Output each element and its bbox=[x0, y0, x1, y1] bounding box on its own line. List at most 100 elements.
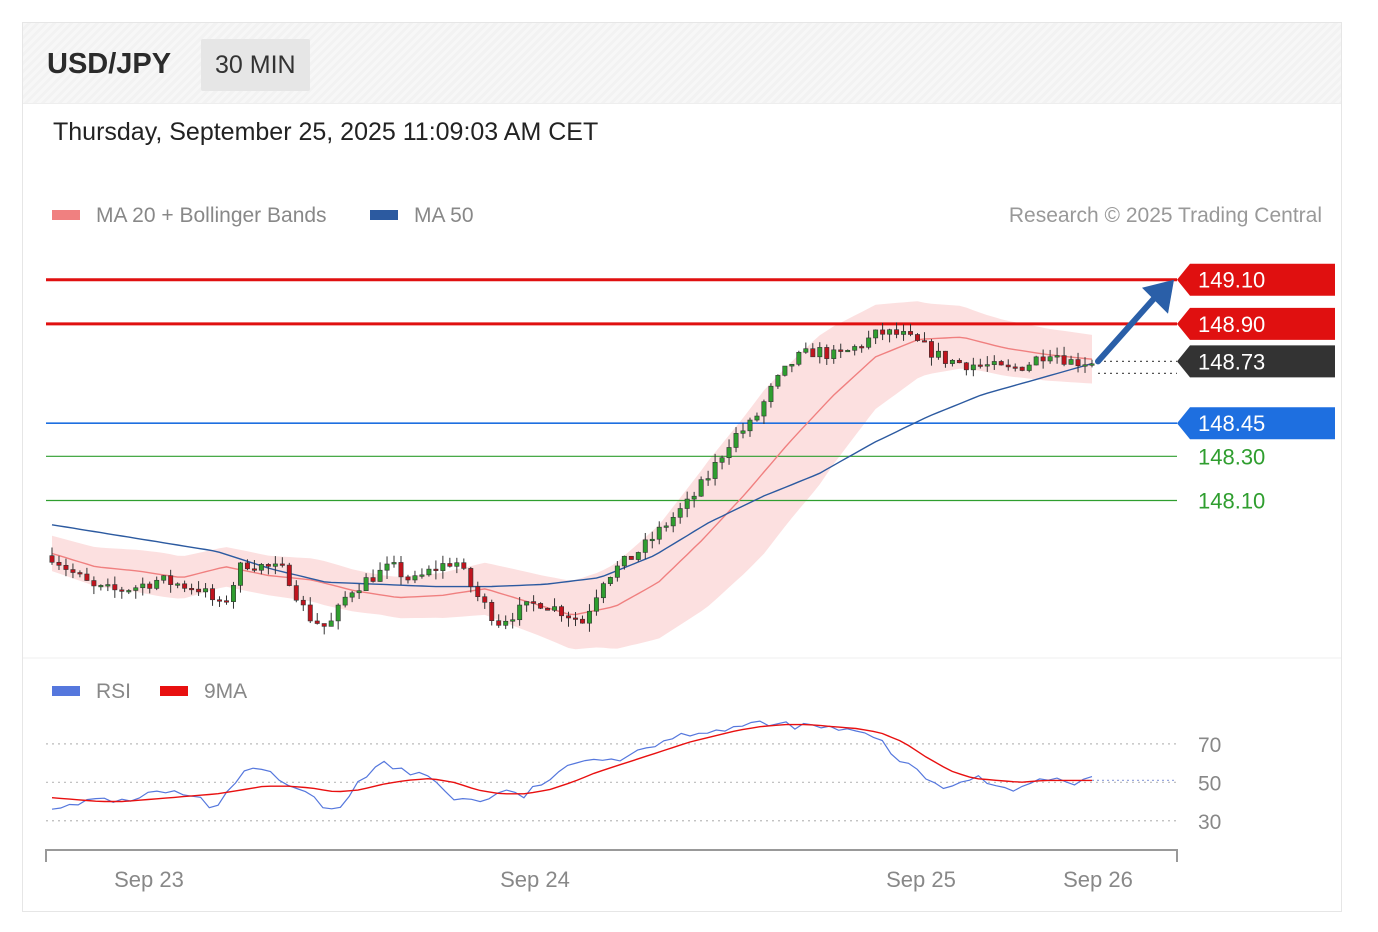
candle-body bbox=[524, 601, 530, 606]
candle-body bbox=[307, 604, 313, 622]
candle-body bbox=[503, 620, 509, 626]
candle-body bbox=[63, 565, 69, 570]
candle-body bbox=[293, 585, 299, 601]
level-label-current: 148.73 bbox=[1198, 349, 1265, 374]
rsi-legend-swatch bbox=[52, 686, 80, 696]
candlestick bbox=[231, 581, 236, 609]
x-tick-label: Sep 26 bbox=[1063, 867, 1133, 892]
ma9-legend-label: 9MA bbox=[204, 680, 247, 703]
rsi-line bbox=[51, 720, 1093, 810]
candle-body bbox=[1089, 363, 1095, 366]
candle-body bbox=[440, 563, 446, 571]
candle-body bbox=[454, 562, 460, 567]
candle-body bbox=[733, 433, 739, 448]
candle-body bbox=[663, 525, 669, 528]
candlestick bbox=[328, 612, 334, 627]
candle-body bbox=[217, 599, 222, 602]
candle-body bbox=[963, 362, 969, 371]
candle-body bbox=[161, 575, 167, 581]
candle-body bbox=[894, 329, 900, 335]
candle-body bbox=[231, 585, 236, 602]
candle-body bbox=[335, 604, 341, 622]
candle-body bbox=[1019, 366, 1025, 371]
candle-body bbox=[133, 587, 139, 591]
candlestick bbox=[782, 365, 788, 377]
rsi-level-label: 50 bbox=[1198, 772, 1221, 795]
candle-body bbox=[112, 584, 118, 591]
x-axis-line bbox=[45, 849, 1178, 862]
candle-body bbox=[580, 618, 585, 624]
candle-body bbox=[649, 538, 655, 542]
candle-body bbox=[1068, 359, 1074, 365]
candlestick bbox=[391, 555, 397, 568]
candlestick bbox=[217, 596, 222, 607]
candle-body bbox=[49, 555, 55, 563]
candle-body bbox=[545, 608, 551, 611]
rsi-level-label: 30 bbox=[1198, 811, 1221, 834]
candle-body bbox=[224, 600, 229, 603]
candle-body bbox=[621, 555, 627, 567]
candle-body bbox=[98, 585, 104, 588]
candle-body bbox=[496, 620, 502, 626]
candle-body bbox=[977, 364, 983, 367]
candle-body bbox=[593, 597, 599, 612]
candle-body bbox=[482, 596, 488, 603]
candle-body bbox=[552, 606, 558, 611]
candle-body bbox=[887, 329, 893, 335]
candle-body bbox=[635, 552, 641, 560]
candle-body bbox=[845, 349, 851, 353]
candle-body bbox=[670, 516, 676, 527]
candlestick bbox=[698, 476, 704, 497]
candle-body bbox=[182, 583, 188, 589]
candle-body bbox=[105, 584, 111, 587]
candlestick bbox=[335, 603, 341, 630]
x-axis: Sep 23 Sep 24 Sep 25 Sep 26 bbox=[45, 849, 1178, 892]
candlestick bbox=[796, 350, 802, 367]
candle-body bbox=[175, 583, 181, 586]
price-chart: MA 20 + Bollinger Bands MA 50 Research ©… bbox=[23, 204, 1341, 892]
candle-body bbox=[321, 623, 327, 627]
candle-body bbox=[251, 568, 257, 571]
candle-body bbox=[1054, 355, 1060, 358]
candle-body bbox=[126, 590, 132, 593]
candle-body bbox=[405, 576, 411, 581]
candlestick bbox=[447, 557, 453, 568]
candle-body bbox=[77, 572, 83, 575]
candle-body bbox=[740, 430, 746, 434]
candle-body bbox=[726, 447, 732, 459]
candlestick bbox=[377, 562, 383, 582]
candlestick bbox=[98, 584, 104, 591]
candlestick bbox=[461, 558, 467, 571]
candlestick bbox=[321, 623, 327, 635]
candle-body bbox=[838, 349, 844, 352]
candle-body bbox=[1026, 364, 1032, 371]
candle-body bbox=[942, 350, 948, 364]
candle-body bbox=[600, 583, 606, 599]
candle-body bbox=[691, 495, 697, 500]
candle-body bbox=[1075, 359, 1081, 367]
candle-body bbox=[719, 457, 725, 463]
candle-body bbox=[586, 610, 592, 624]
candle-body bbox=[810, 348, 816, 358]
ma9-line bbox=[51, 723, 1092, 803]
candle-body bbox=[154, 579, 160, 589]
candle-body bbox=[363, 577, 369, 591]
candlestick bbox=[628, 555, 634, 560]
candle-body bbox=[91, 580, 97, 587]
candle-body bbox=[573, 617, 578, 620]
candle-body bbox=[237, 562, 243, 586]
candle-body bbox=[768, 385, 774, 402]
candle-body bbox=[265, 564, 271, 567]
candle-body bbox=[203, 588, 209, 593]
candle-body bbox=[510, 619, 516, 622]
candle-body bbox=[412, 575, 418, 581]
candle-body bbox=[761, 401, 767, 417]
candle-body bbox=[803, 348, 809, 353]
candle-body bbox=[935, 350, 941, 358]
candle-body bbox=[328, 620, 334, 627]
candle-body bbox=[559, 606, 564, 617]
candle-body bbox=[314, 620, 320, 624]
candle-body bbox=[915, 334, 920, 341]
level-labels: 149.10 148.90 148.73 148.45 148.30 148.10 bbox=[1177, 263, 1335, 513]
candle-body bbox=[831, 349, 837, 359]
